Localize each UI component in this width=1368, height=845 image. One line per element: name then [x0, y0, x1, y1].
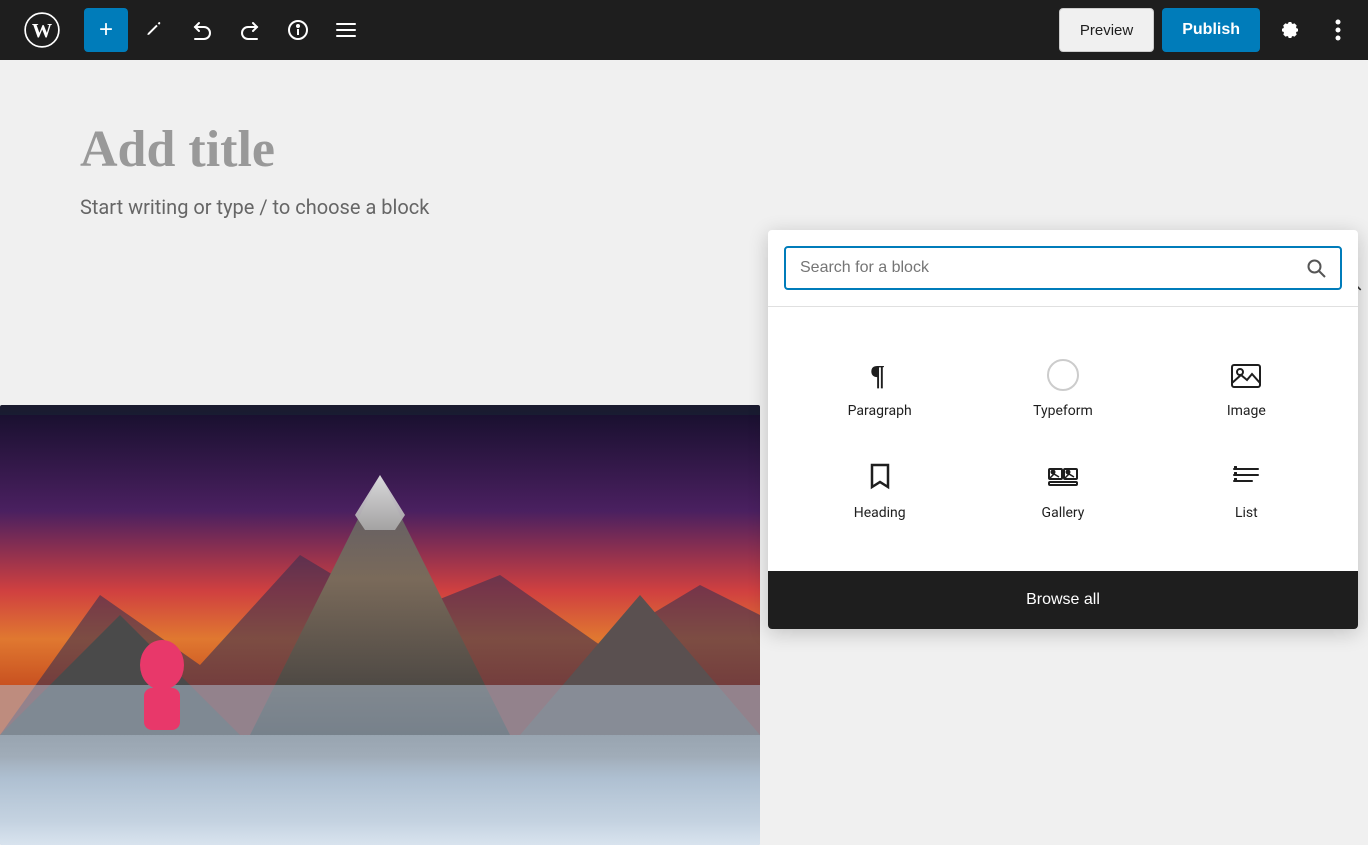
heading-label: Heading	[854, 505, 906, 521]
wp-logo: W	[12, 0, 72, 60]
block-search-input[interactable]	[800, 259, 1298, 277]
info-button[interactable]	[276, 8, 320, 52]
editor-body-placeholder[interactable]: Start writing or type / to choose a bloc…	[80, 195, 1288, 219]
more-options-button[interactable]	[1320, 8, 1356, 52]
search-button[interactable]	[1306, 258, 1326, 278]
list-label: List	[1235, 505, 1258, 521]
image-icon	[1230, 357, 1262, 393]
image-label: Image	[1227, 403, 1266, 419]
block-item-gallery[interactable]: Gallery	[971, 439, 1154, 541]
gallery-icon	[1047, 459, 1079, 495]
block-item-typeform[interactable]: Typeform	[971, 337, 1154, 439]
paragraph-label: Paragraph	[848, 403, 912, 419]
block-item-heading[interactable]: Heading	[788, 439, 971, 541]
mountain-background	[0, 405, 760, 845]
search-input-wrapper	[784, 246, 1342, 290]
add-block-toolbar-button[interactable]: +	[84, 8, 128, 52]
svg-text:W: W	[32, 20, 52, 42]
block-search-area	[768, 230, 1358, 307]
pink-figure	[130, 640, 195, 730]
preview-button[interactable]: Preview	[1059, 8, 1154, 52]
toolbar: W + Preview Publ	[0, 0, 1368, 60]
gallery-label: Gallery	[1042, 505, 1085, 521]
block-item-image[interactable]: Image	[1155, 337, 1338, 439]
list-view-button[interactable]	[324, 8, 368, 52]
paragraph-icon: ¶	[864, 357, 896, 393]
block-grid: ¶ Paragraph Typeform	[768, 307, 1358, 561]
settings-button[interactable]	[1268, 8, 1312, 52]
undo-button[interactable]	[180, 8, 224, 52]
heading-icon	[864, 459, 896, 495]
toolbar-right: Preview Publish	[1059, 8, 1356, 52]
editor-area: Add title Start writing or type / to cho…	[0, 60, 1368, 799]
editor-image	[0, 405, 760, 845]
block-item-paragraph[interactable]: ¶ Paragraph	[788, 337, 971, 439]
list-icon	[1230, 459, 1262, 495]
redo-button[interactable]	[228, 8, 272, 52]
typeform-label: Typeform	[1033, 403, 1093, 419]
block-item-list[interactable]: List	[1155, 439, 1338, 541]
editor-title-placeholder[interactable]: Add title	[80, 120, 1288, 179]
publish-button[interactable]: Publish	[1162, 8, 1260, 52]
svg-text:¶: ¶	[870, 361, 885, 391]
typeform-icon	[1047, 357, 1079, 393]
block-inserter-popup: ¶ Paragraph Typeform	[768, 230, 1358, 629]
browse-all-button[interactable]: Browse all	[768, 571, 1358, 629]
pencil-button[interactable]	[132, 8, 176, 52]
